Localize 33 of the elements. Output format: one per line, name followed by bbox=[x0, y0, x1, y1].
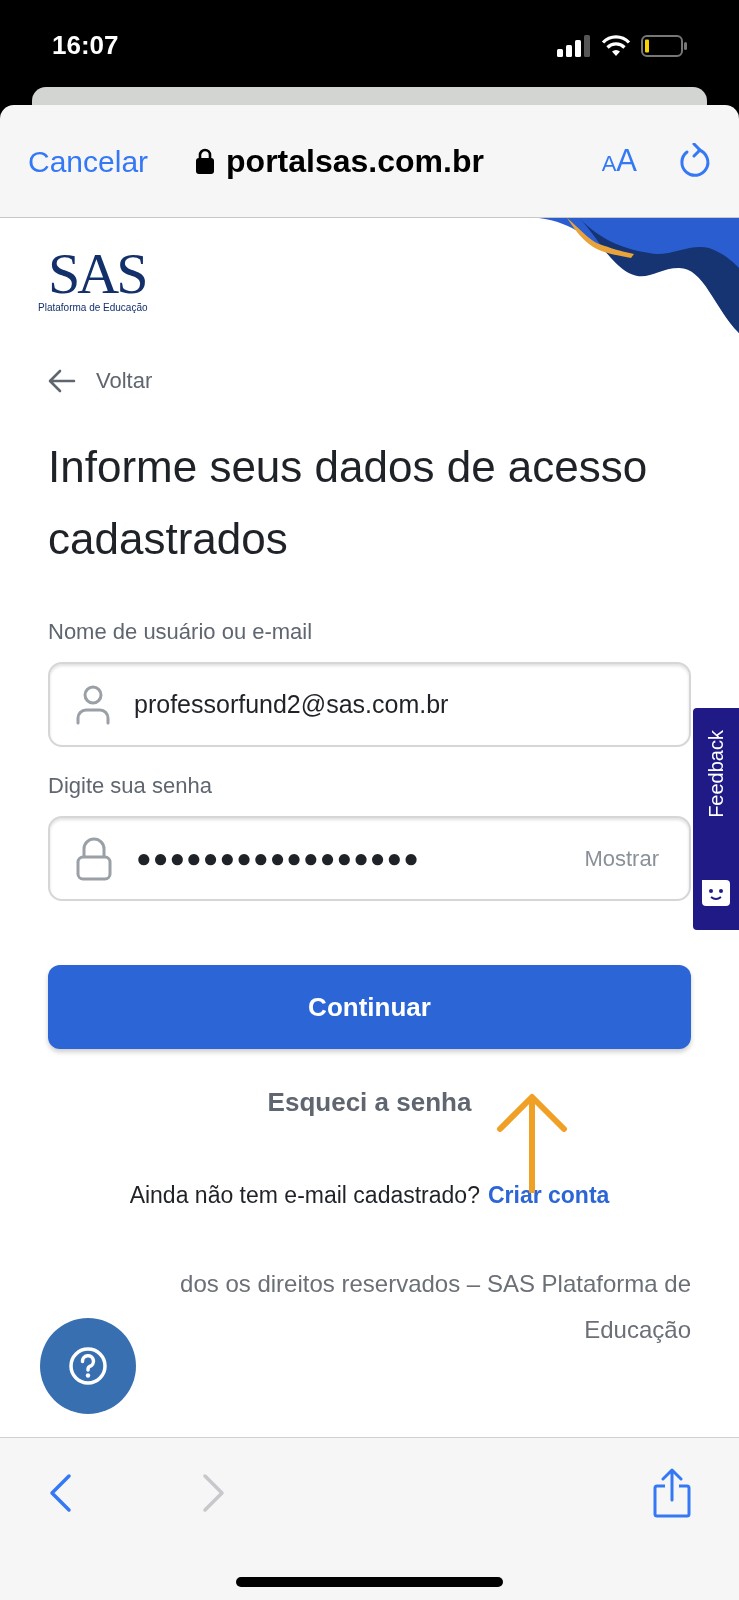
smiley-icon bbox=[702, 880, 730, 906]
field-value: professorfund2@sas.com.br bbox=[134, 688, 449, 720]
battery-icon bbox=[641, 34, 687, 57]
question-icon bbox=[68, 1346, 108, 1386]
forgot-password-link[interactable]: Esqueci a senha bbox=[267, 1083, 472, 1122]
show-password-button[interactable]: Mostrar bbox=[584, 842, 659, 875]
copyright-text: dos os direitos reservados – SAS Plataforma de Educação bbox=[179, 1268, 691, 1345]
reload-icon[interactable] bbox=[679, 143, 711, 179]
signup-prompt: Ainda não tem e-mail cadastrado? bbox=[129, 1181, 480, 1210]
url-text: portalsas.com.br bbox=[226, 142, 484, 181]
logo-wordmark: SAS bbox=[48, 248, 146, 300]
logo-tagline: Plataforma de Educação bbox=[38, 302, 148, 314]
back-link[interactable]: Voltar bbox=[48, 364, 153, 397]
user-icon bbox=[76, 684, 110, 725]
email-field[interactable]: professorfund2@sas.com.br bbox=[48, 662, 691, 747]
page-heading: Informe seus dados de acesso cadastrados bbox=[48, 441, 648, 565]
password-value: ●●●●●●●●●●●●●●●●● bbox=[136, 842, 420, 875]
status-time: 16:07 bbox=[52, 29, 119, 62]
arrow-left-icon bbox=[48, 368, 76, 393]
wifi-icon bbox=[601, 34, 631, 57]
text-size-button[interactable]: AA bbox=[601, 137, 637, 185]
continue-button[interactable]: Continuar bbox=[48, 965, 691, 1049]
password-field[interactable]: ●●●●●●●●●●●●●●●●● Mostrar bbox=[48, 816, 691, 901]
cancel-button[interactable]: Cancelar bbox=[28, 138, 149, 184]
feedback-tab[interactable]: Feedback bbox=[693, 708, 739, 930]
field-label: Digite sua senha bbox=[48, 772, 213, 800]
create-account-link[interactable]: Criar conta bbox=[487, 1178, 610, 1213]
signal-icon bbox=[557, 34, 591, 57]
back-icon[interactable] bbox=[48, 1473, 72, 1513]
share-icon[interactable] bbox=[653, 1468, 691, 1518]
lock-icon bbox=[196, 148, 215, 174]
field-label: Nome de usuário ou e-mail bbox=[48, 618, 314, 646]
lock-icon bbox=[76, 836, 112, 881]
